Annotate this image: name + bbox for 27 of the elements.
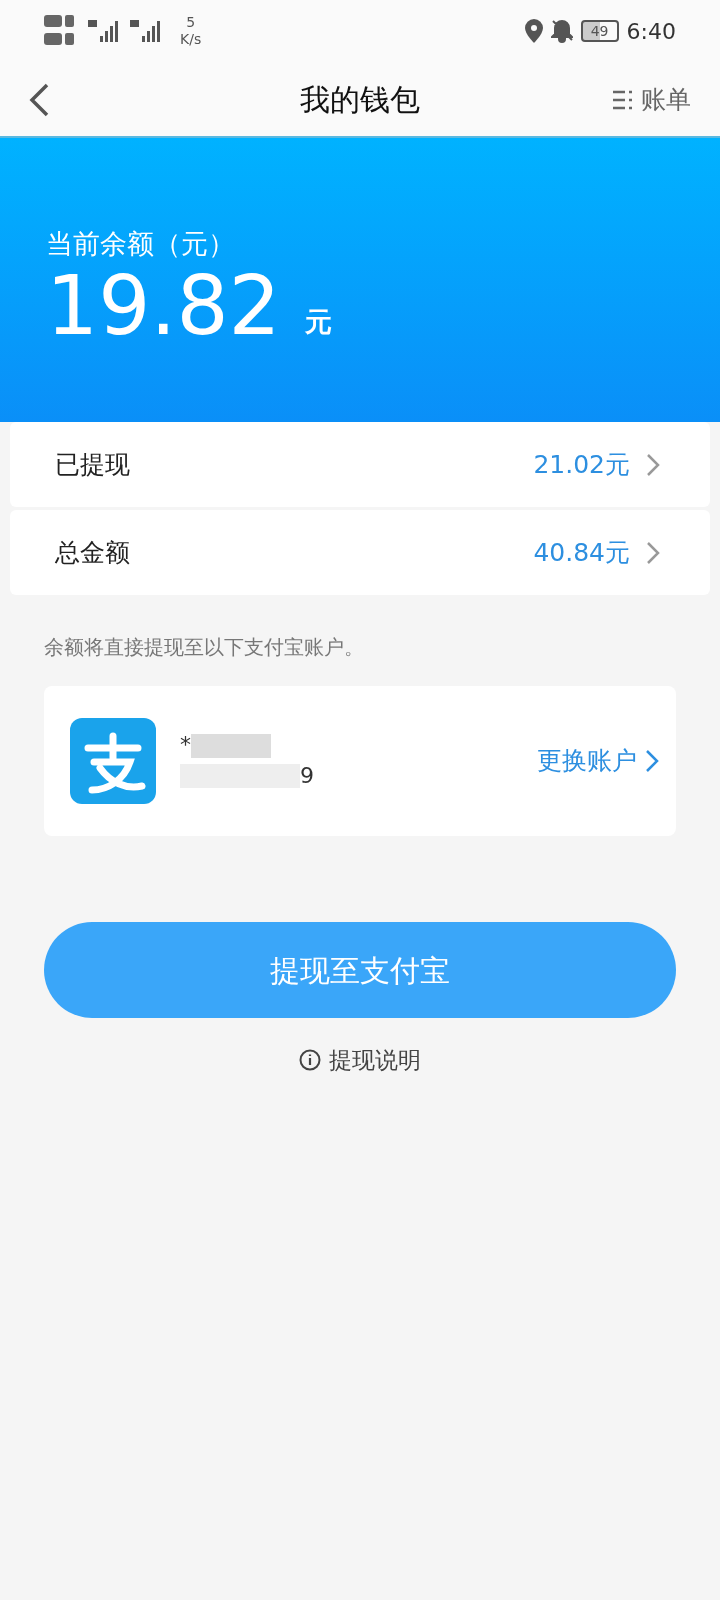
location-icon <box>524 19 543 43</box>
bill-button[interactable]: 账单 <box>612 80 692 120</box>
chevron-right-icon <box>646 540 660 565</box>
clock-time: 6:40 <box>626 17 676 46</box>
help-link[interactable]: 提现说明 <box>298 1042 422 1079</box>
stat-label: 总金额 <box>55 536 130 569</box>
page-title: 我的钱包 <box>300 80 420 119</box>
account-name: * <box>180 731 191 760</box>
bell-muted-icon <box>550 19 573 43</box>
info-icon <box>299 1049 321 1072</box>
currency-unit: 元 <box>304 305 332 339</box>
note-text: 余额将直接提现至以下支付宝账户。 <box>43 634 365 661</box>
network-speed-unit: K/s <box>180 31 202 48</box>
chevron-right-icon <box>645 749 659 773</box>
balance-label: 当前余额（元） <box>46 227 236 261</box>
list-icon <box>613 88 633 111</box>
account-number: 9 <box>300 762 314 790</box>
alipay-logo-icon <box>70 718 156 804</box>
battery-indicator: 49 <box>580 20 619 42</box>
chevron-right-icon <box>646 452 660 477</box>
stat-row[interactable]: 总金额 40.84元 <box>10 510 710 595</box>
stat-label: 已提现 <box>55 448 130 481</box>
stat-row[interactable]: 已提现 21.02元 <box>10 422 710 507</box>
stat-value: 40.84元 <box>533 536 630 569</box>
network-speed-value: 5 <box>186 14 196 31</box>
balance-amount: 19.82 <box>46 264 281 347</box>
stat-value: 21.02元 <box>533 448 630 481</box>
